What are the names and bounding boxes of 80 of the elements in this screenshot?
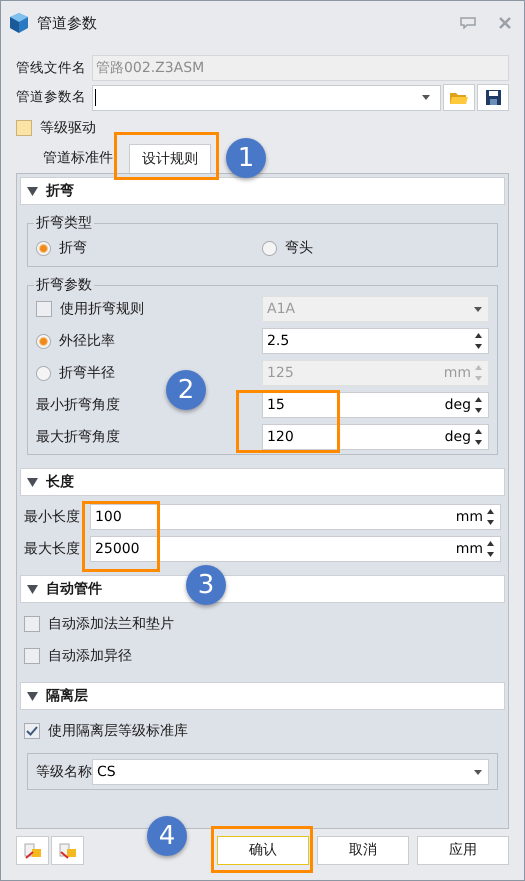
checkbox-label: 等级驱动 <box>40 118 96 138</box>
spin-arrows-icon <box>487 508 494 526</box>
field-label: 最大长度 <box>24 540 80 558</box>
section-title: 自动管件 <box>46 580 102 598</box>
window-title: 管道参数 <box>37 12 98 34</box>
field-value: A1A <box>267 300 296 318</box>
dropdown-arrow-icon <box>422 95 430 100</box>
field-label: 最小折弯角度 <box>36 396 120 414</box>
file-folder-icon <box>58 842 76 858</box>
export-file-button[interactable] <box>51 836 84 865</box>
radio-button[interactable] <box>36 334 51 348</box>
dropdown-field[interactable]: CS <box>92 759 489 785</box>
dropdown-arrow-icon <box>474 306 482 312</box>
collapse-triangle-icon[interactable] <box>27 584 38 594</box>
section-header[interactable]: 折弯 <box>20 177 505 205</box>
field-value: CS <box>97 762 117 782</box>
collapse-triangle-icon[interactable] <box>27 692 38 700</box>
section-title: 折弯 <box>46 182 74 200</box>
dialog-button[interactable]: 应用 <box>417 836 509 865</box>
spin-arrows-icon <box>487 540 494 558</box>
radio-button[interactable] <box>36 240 51 256</box>
file-folder-icon <box>24 842 42 858</box>
checkbox[interactable] <box>16 120 32 136</box>
field-label: 等级名称 <box>36 762 92 782</box>
radio-label: 弯头 <box>285 238 313 258</box>
field-label: 最大折弯角度 <box>36 428 120 446</box>
tab[interactable]: 设计规则 <box>129 144 211 173</box>
checkbox[interactable] <box>24 723 40 739</box>
field-value: 2.5 <box>267 332 290 350</box>
section-header[interactable]: 长度 <box>20 468 505 496</box>
field-label: 管线文件名 <box>16 58 87 78</box>
import-file-button[interactable] <box>16 836 49 865</box>
dialog-button[interactable]: 确认 <box>217 836 309 865</box>
spin-arrows-icon <box>475 332 482 350</box>
checkbox-label: 使用隔离层等级标准库 <box>48 722 188 740</box>
step-number-badge: 4 <box>147 816 187 856</box>
unit-label: mm <box>456 508 483 526</box>
spin-arrows-icon <box>475 396 482 414</box>
unit-label: mm <box>444 364 471 382</box>
spin-field[interactable]: 15 deg <box>262 392 489 418</box>
step-number-badge: 1 <box>226 138 266 178</box>
radio-button[interactable] <box>36 366 51 380</box>
field-value: 100 <box>95 508 123 526</box>
collapse-triangle-icon[interactable] <box>27 186 38 196</box>
field-value: 120 <box>267 428 295 446</box>
radio-label: 折弯 <box>59 238 87 258</box>
spin-field[interactable]: 2.5 <box>262 328 489 354</box>
radio-label: 外径比率 <box>59 332 115 350</box>
tab[interactable]: 管道标准件 <box>31 144 125 173</box>
checkbox-label: 自动添加法兰和垫片 <box>48 614 174 634</box>
close-icon[interactable] <box>498 17 512 29</box>
spin-arrows-icon <box>475 364 482 382</box>
unit-label: mm <box>456 540 483 558</box>
checkbox[interactable] <box>24 648 40 664</box>
unit-label: deg <box>444 428 471 446</box>
field-label: 管道参数名 <box>16 88 87 108</box>
checkbox-label: 使用折弯规则 <box>60 300 144 318</box>
spin-field[interactable]: 120 deg <box>262 424 489 450</box>
checkbox[interactable] <box>24 616 40 632</box>
field-label: 最小长度 <box>24 508 80 526</box>
checkbox-label: 自动添加异径 <box>48 646 132 666</box>
field-value: 15 <box>267 396 286 414</box>
spin-arrows-icon <box>475 428 482 446</box>
field-value: 125 <box>267 364 295 382</box>
spin-field[interactable]: 25000 mm <box>90 536 501 562</box>
checkbox[interactable] <box>36 301 52 317</box>
field-value: 25000 <box>95 540 141 558</box>
radio-label: 折弯半径 <box>59 364 115 382</box>
section-header[interactable]: 隔离层 <box>20 682 505 710</box>
dropdown-arrow-icon <box>474 770 482 774</box>
app-cube-icon <box>9 12 29 34</box>
section-title: 长度 <box>46 472 74 492</box>
comment-icon[interactable] <box>460 17 476 29</box>
section-title: 隔离层 <box>46 686 88 706</box>
radio-button[interactable] <box>262 240 277 256</box>
unit-label: deg <box>444 396 471 414</box>
dialog-button[interactable]: 取消 <box>317 836 409 865</box>
save-button[interactable] <box>477 84 509 111</box>
spin-field[interactable]: 100 mm <box>90 504 501 530</box>
collapse-triangle-icon[interactable] <box>27 478 38 486</box>
